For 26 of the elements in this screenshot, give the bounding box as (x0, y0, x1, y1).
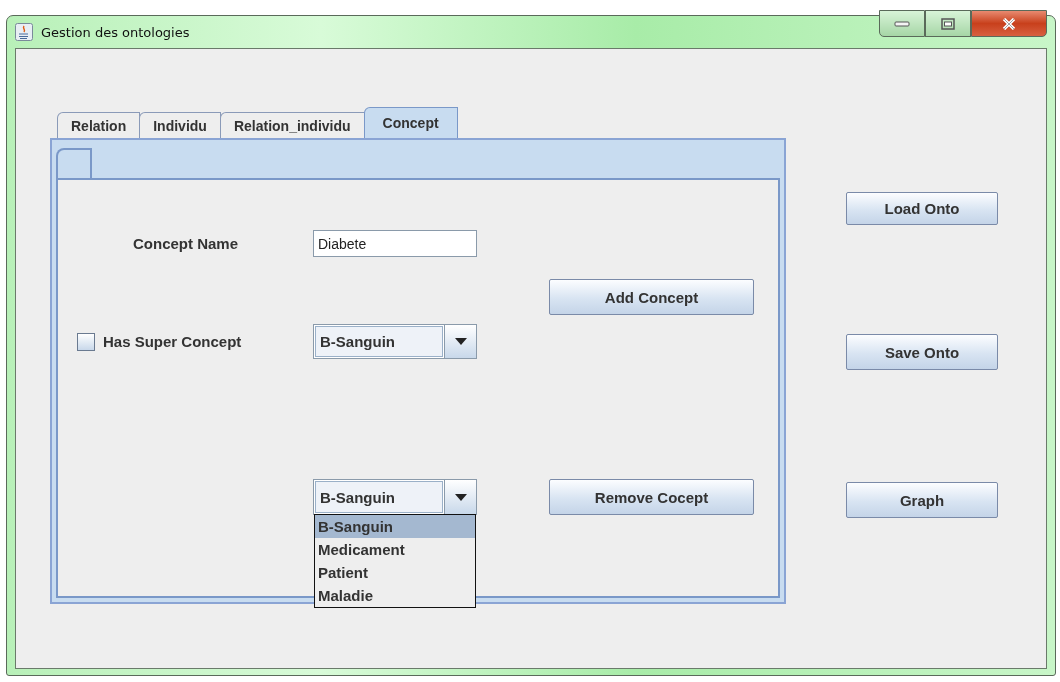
caret-icon (454, 338, 467, 345)
checkbox-label: Has Super Concept (103, 333, 242, 350)
side-button[interactable]: Save Onto (846, 334, 998, 370)
checkbox[interactable] (77, 332, 95, 351)
dropdown-option[interactable]: Maladie (315, 584, 475, 607)
close-icon (1001, 17, 1017, 30)
minimize-button[interactable] (879, 10, 925, 37)
dropdown-option[interactable]: Patient (315, 561, 475, 584)
concept-name-label: Concept Name (132, 235, 240, 252)
side-button[interactable]: Graph (846, 482, 998, 518)
side-button[interactable]: Load Onto (846, 192, 998, 225)
close-button[interactable] (971, 10, 1047, 37)
minimize-icon (894, 19, 910, 28)
tab[interactable]: Relation (57, 112, 141, 138)
maximize-icon (941, 17, 955, 30)
coffee-cup-icon (15, 23, 33, 41)
dropdown-option[interactable]: Medicament (315, 538, 475, 561)
caret-icon (454, 493, 467, 501)
maximize-button[interactable] (925, 10, 971, 37)
super-concept-dropdown[interactable]: B-Sanguin (313, 324, 477, 359)
concept-name-field[interactable]: Diabete (313, 230, 477, 257)
remove-concept-button[interactable]: Remove Cocept (549, 479, 754, 515)
tab[interactable]: Concept (363, 107, 458, 138)
dropdown-option[interactable]: B-Sanguin (315, 515, 475, 538)
window-title: Gestion des ontologies (41, 24, 190, 40)
add-concept-button[interactable]: Add Concept (549, 279, 754, 315)
